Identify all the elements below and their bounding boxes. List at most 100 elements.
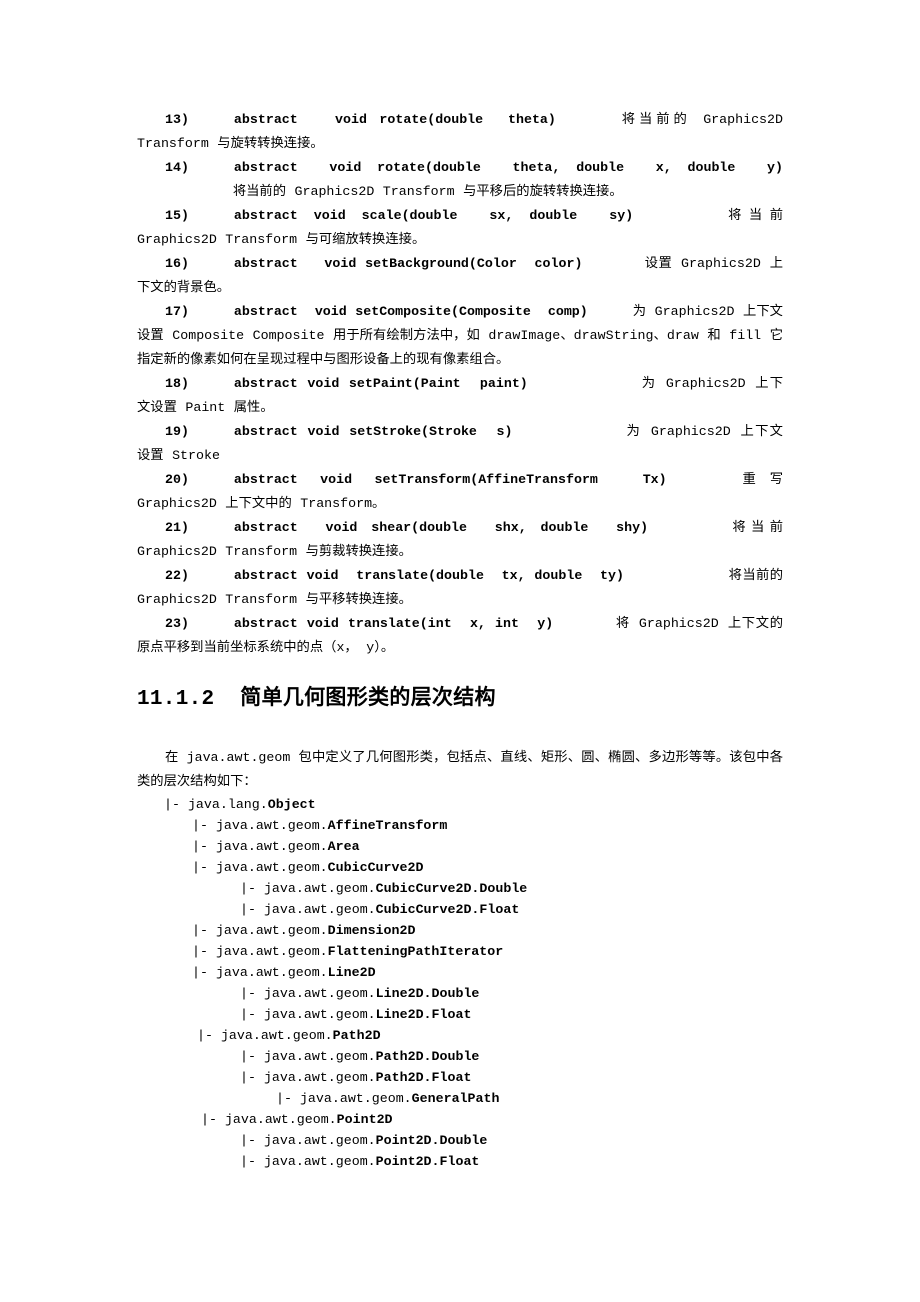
api-gap — [667, 468, 729, 492]
api-method-item: 18) abstract void setPaint(Paint paint) … — [137, 372, 783, 420]
tree-branch-marker: |- — [192, 839, 216, 854]
tree-class-name: CubicCurve2D.Double — [375, 881, 528, 896]
api-method-signature: abstract void rotate(double theta) — [233, 112, 556, 127]
api-sig-lead — [189, 516, 234, 540]
api-method-signature: abstract void translate(int x, int y) — [233, 616, 554, 631]
tree-class-name: Point2D.Double — [375, 1133, 488, 1148]
tree-package-name: java.awt.geom. — [215, 818, 328, 833]
tree-branch-marker: |- — [240, 1070, 264, 1085]
api-gap — [512, 420, 625, 444]
api-sig-lead — [189, 372, 234, 396]
tree-class-name: Object — [267, 797, 316, 812]
api-sig-lead — [189, 612, 234, 636]
api-method-index: 21) — [165, 520, 189, 535]
api-sig-lead — [189, 420, 234, 444]
api-sig-lead — [189, 564, 234, 588]
api-gap — [137, 180, 233, 204]
tree-item: |- java.awt.geom.Line2D.Double — [137, 983, 783, 1004]
api-sig-lead — [189, 252, 234, 276]
tree-item: |- java.awt.geom.FlatteningPathIterator — [137, 941, 783, 962]
api-method-index: 16) — [165, 256, 189, 271]
api-method-index: 22) — [165, 568, 189, 583]
api-sig-lead — [189, 468, 234, 492]
tree-branch-marker: |- — [240, 986, 264, 1001]
api-method-index: 13) — [165, 112, 189, 127]
tree-class-name: GeneralPath — [411, 1091, 500, 1106]
api-method-item: 20) abstract void setTransform(AffineTra… — [137, 468, 783, 516]
tree-package-name: java.awt.geom. — [224, 1112, 337, 1127]
api-gap — [582, 252, 644, 276]
tree-class-name: FlatteningPathIterator — [327, 944, 504, 959]
tree-branch-marker: |- — [164, 797, 188, 812]
tree-branch-marker: |- — [197, 1028, 221, 1043]
tree-class-name: Line2D.Float — [375, 1007, 472, 1022]
api-method-item: 16) abstract void setBackground(Color co… — [137, 252, 783, 300]
tree-package-name: java.awt.geom. — [299, 1091, 412, 1106]
tree-branch-marker: |- — [240, 1049, 264, 1064]
tree-class-name: Point2D.Float — [375, 1154, 480, 1169]
tree-class-name: Line2D — [327, 965, 376, 980]
tree-item: |- java.awt.geom.Point2D.Double — [137, 1130, 783, 1151]
tree-item: |- java.awt.geom.Line2D.Float — [137, 1004, 783, 1025]
tree-branch-marker: |- — [240, 1154, 264, 1169]
tree-package-name: java.awt.geom. — [215, 860, 328, 875]
tree-class-name: Path2D.Double — [375, 1049, 480, 1064]
api-method-index: 18) — [165, 376, 189, 391]
api-gap — [528, 372, 641, 396]
tree-item: |- java.awt.geom.AffineTransform — [137, 815, 783, 836]
tree-class-name: CubicCurve2D — [327, 860, 424, 875]
api-method-item: 22) abstract void translate(double tx, d… — [137, 564, 783, 612]
tree-branch-marker: |- — [192, 818, 216, 833]
tree-item: |- java.awt.geom.Point2D — [137, 1109, 783, 1130]
tree-package-name: java.awt.geom. — [263, 902, 376, 917]
tree-package-name: java.awt.geom. — [263, 1049, 376, 1064]
tree-item: |- java.awt.geom.CubicCurve2D.Double — [137, 878, 783, 899]
tree-item: |- java.awt.geom.Path2D.Float — [137, 1067, 783, 1088]
api-method-list: 13) abstract void rotate(double theta) 将… — [137, 108, 783, 660]
tree-class-name: Path2D — [332, 1028, 381, 1043]
api-sig-lead — [189, 204, 234, 228]
tree-item: |- java.awt.geom.Point2D.Float — [137, 1151, 783, 1172]
tree-branch-marker: |- — [192, 944, 216, 959]
tree-branch-marker: |- — [192, 860, 216, 875]
api-method-signature: abstract void setTransform(AffineTransfo… — [233, 472, 667, 487]
tree-package-name: java.awt.geom. — [263, 881, 376, 896]
tree-package-name: java.awt.geom. — [263, 1133, 376, 1148]
tree-branch-marker: |- — [201, 1112, 225, 1127]
tree-item: |- java.awt.geom.Line2D — [137, 962, 783, 983]
api-method-signature: abstract void scale(double sx, double sy… — [233, 208, 634, 223]
tree-class-name: AffineTransform — [327, 818, 448, 833]
api-sig-lead — [189, 108, 234, 132]
tree-item: |- java.lang.Object — [137, 794, 783, 815]
api-sig-lead — [189, 156, 234, 180]
tree-package-name: java.awt.geom. — [215, 944, 328, 959]
api-method-signature: abstract void setComposite(Composite com… — [233, 304, 588, 319]
tree-class-name: Dimension2D — [327, 923, 416, 938]
tree-branch-marker: |- — [240, 881, 264, 896]
api-gap — [556, 108, 618, 132]
tree-branch-marker: |- — [240, 1133, 264, 1148]
api-method-index: 17) — [165, 304, 189, 319]
tree-class-name: Line2D.Double — [375, 986, 480, 1001]
tree-branch-marker: |- — [276, 1091, 300, 1106]
tree-package-name: java.awt.geom. — [263, 986, 376, 1001]
api-method-index: 23) — [165, 616, 189, 631]
tree-package-name: java.awt.geom. — [220, 1028, 333, 1043]
section-heading: 11.1.2 简单几何图形类的层次结构 — [137, 688, 496, 711]
api-method-signature: abstract void shear(double shx, double s… — [233, 520, 649, 535]
api-gap — [633, 204, 720, 228]
tree-package-name: java.awt.geom. — [215, 965, 328, 980]
tree-package-name: java.awt.geom. — [263, 1070, 376, 1085]
tree-item: |- java.awt.geom.CubicCurve2D — [137, 857, 783, 878]
api-method-signature: abstract void setStroke(Stroke s) — [233, 424, 513, 439]
tree-class-name: Point2D — [336, 1112, 393, 1127]
tree-branch-marker: |- — [192, 965, 216, 980]
api-method-index: 19) — [165, 424, 189, 439]
tree-class-name: CubicCurve2D.Float — [375, 902, 520, 917]
api-method-item: 21) abstract void shear(double shx, doub… — [137, 516, 783, 564]
intro-paragraph: 在 java.awt.geom 包中定义了几何图形类，包括点、直线、矩形、圆、椭… — [137, 750, 783, 789]
tree-class-name: Path2D.Float — [375, 1070, 472, 1085]
tree-item: |- java.awt.geom.Path2D — [137, 1025, 783, 1046]
api-method-signature: abstract void setBackground(Color color) — [233, 256, 583, 271]
api-method-item: 17) abstract void setComposite(Composite… — [137, 300, 783, 372]
